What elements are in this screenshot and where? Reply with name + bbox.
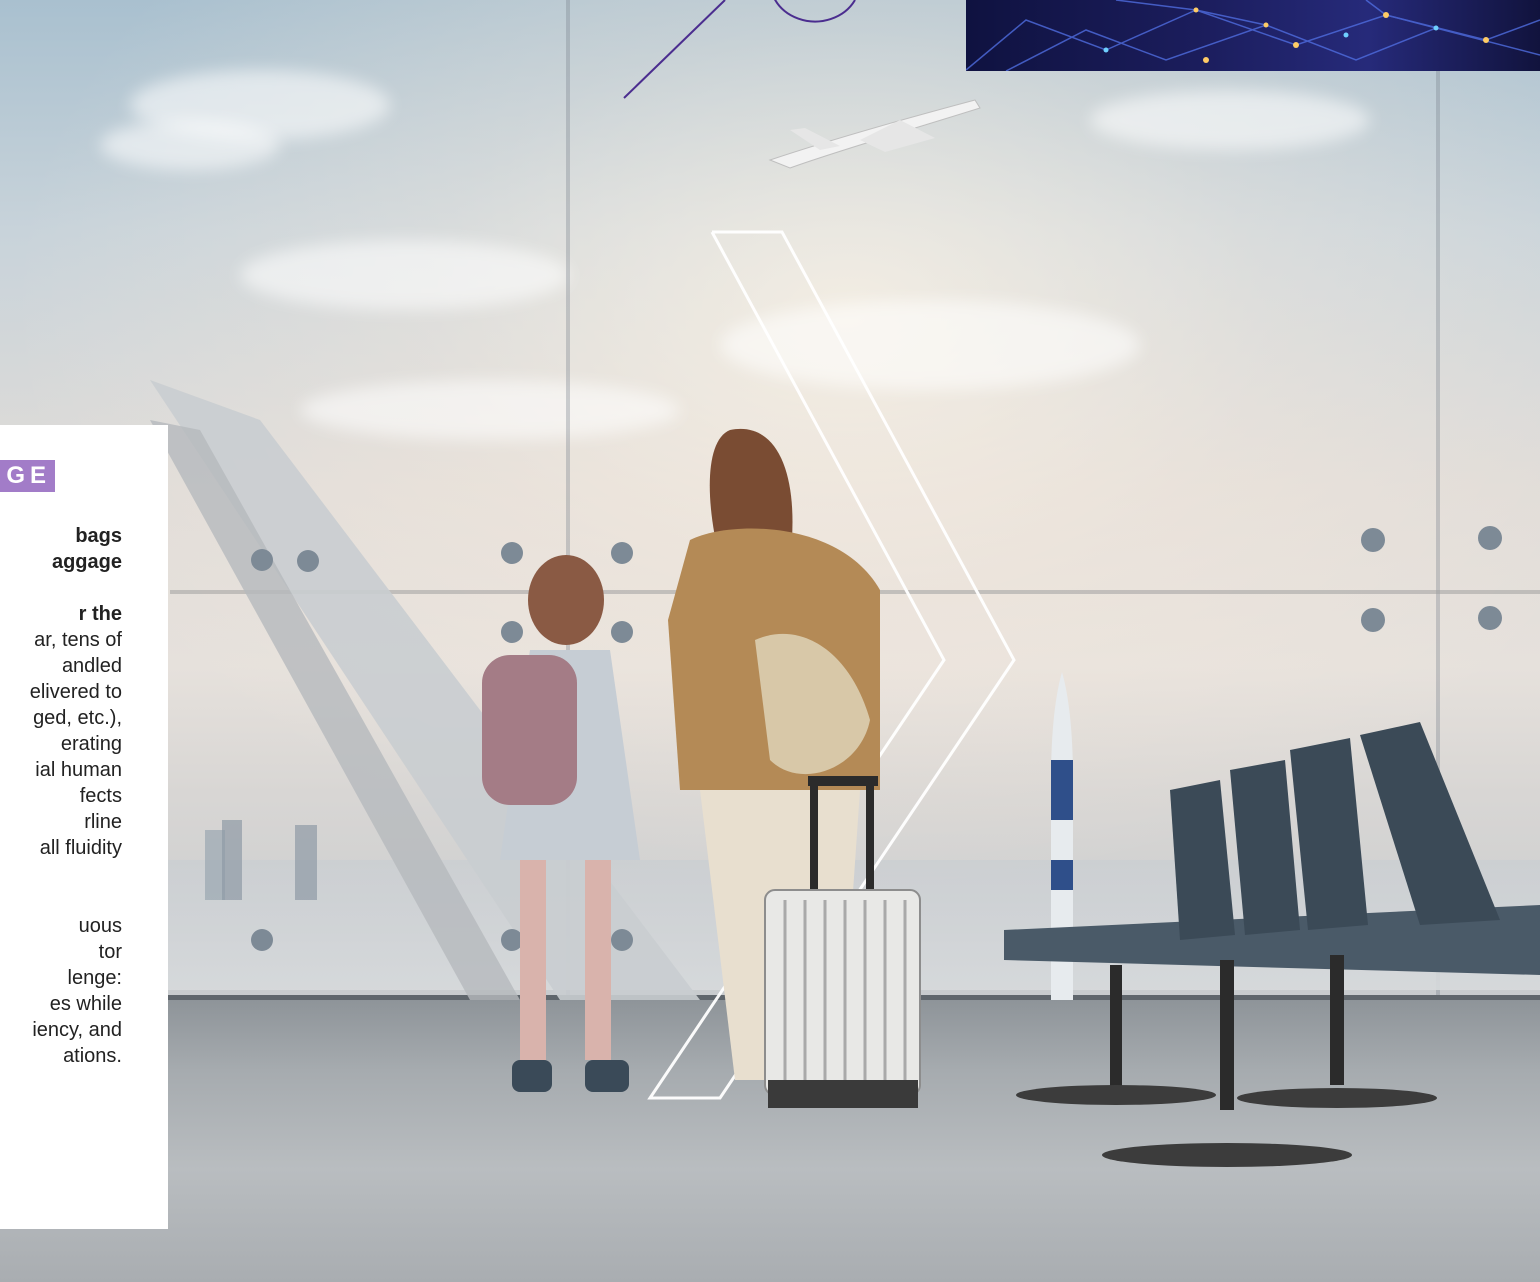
text-line: elivered to: [29, 681, 122, 703]
text-line: tor: [98, 941, 122, 963]
text-line: fects: [79, 785, 122, 807]
airport-photo: [0, 0, 1540, 1282]
text-line: lenge:: [67, 967, 123, 989]
text-line: [0, 861, 122, 887]
challenge-lines: bags aggage r the ar, tens of andled elivered…: [0, 523, 122, 1069]
text-line: all fluidity: [39, 837, 122, 859]
network-graphic: [966, 0, 1540, 71]
callout-line: [623, 0, 726, 99]
text-line: bags: [75, 525, 122, 547]
airplane: [768, 99, 981, 169]
section-badge: GE: [0, 460, 55, 492]
skyline-tower: [222, 820, 242, 900]
scene-illustration: [150, 0, 1540, 1167]
text-line: ar, tens of: [34, 629, 122, 651]
text-line: ations.: [63, 1045, 122, 1067]
text-line: [0, 575, 122, 601]
text-line: andled: [61, 655, 122, 677]
text-line: ged, etc.),: [33, 707, 122, 729]
skyline-tower: [295, 825, 317, 900]
text-line: uous: [78, 915, 122, 937]
text-line: ial human: [35, 759, 122, 781]
challenge-text: bags aggage r the ar, tens of andled elivered…: [0, 523, 122, 1069]
text-line: es while: [49, 993, 122, 1015]
text-line: iency, and: [32, 1019, 122, 1041]
text-line: r the: [78, 603, 122, 625]
waiting-seats: [1004, 722, 1540, 1167]
text-line: [0, 887, 122, 913]
text-line: rline: [84, 811, 122, 833]
network-lines: [966, 0, 1540, 71]
callout-circle: [774, 0, 856, 23]
text-line: erating: [60, 733, 122, 755]
challenge-panel: GE bags aggage r the ar, tens of andled elive…: [0, 425, 168, 1229]
text-line: aggage: [51, 551, 122, 573]
